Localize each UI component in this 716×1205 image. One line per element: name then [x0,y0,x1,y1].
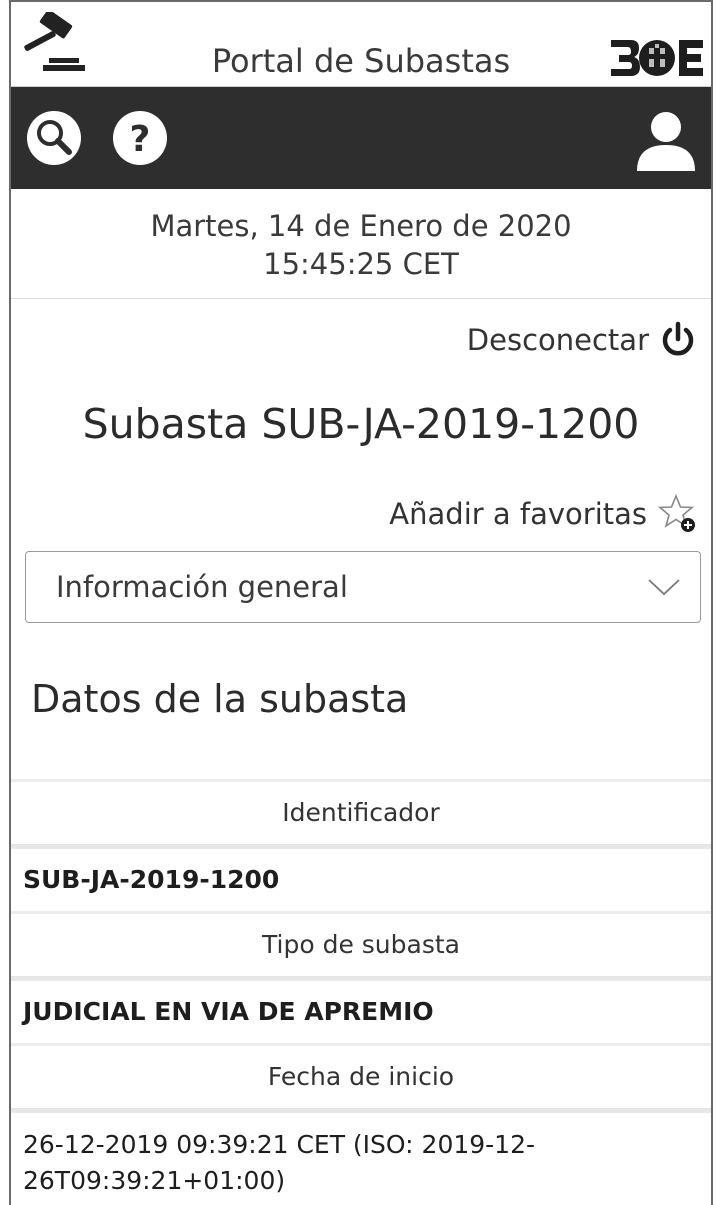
boe-logo[interactable] [609,38,705,78]
field-label-type: Tipo de subasta [11,911,711,977]
app-frame: Portal de Subastas ? Martes, 14 de Enero… [9,0,713,1205]
help-icon[interactable]: ? [111,109,169,167]
field-label-start-date: Fecha de inicio [11,1043,711,1109]
user-icon[interactable] [633,107,699,173]
section-select-value: Información general [56,570,348,604]
star-add-icon[interactable] [657,493,699,535]
search-icon[interactable] [25,109,83,167]
details-list: Identificador SUB-JA-2019-1200 Tipo de s… [11,779,711,1199]
section-heading: Datos de la subasta [31,677,409,721]
power-icon[interactable] [659,321,697,359]
add-favorite-link[interactable]: Añadir a favoritas [389,497,647,531]
section-select[interactable]: Información general [25,551,701,623]
field-value-type: JUDICIAL EN VIA DE APREMIO [11,977,711,1043]
portal-title: Portal de Subastas [211,42,511,80]
field-value-start-date: 26-12-2019 09:39:21 CET (ISO: 2019-12-26… [11,1109,711,1199]
field-value-identifier: SUB-JA-2019-1200 [11,845,711,911]
svg-text:?: ? [130,119,151,160]
auction-title: Subasta SUB-JA-2019-1200 [82,400,640,448]
logout-row: Desconectar [11,299,711,381]
chevron-down-icon [648,579,680,596]
main-toolbar: ? [11,87,711,189]
logout-link[interactable]: Desconectar [467,323,649,357]
current-date: Martes, 14 de Enero de 2020 [150,209,572,243]
app-header: Portal de Subastas [11,2,711,87]
current-time: 15:45:25 CET [263,247,459,281]
field-label-identifier: Identificador [11,779,711,845]
favorites-row: Añadir a favoritas [11,477,711,551]
current-datetime: Martes, 14 de Enero de 2020 15:45:25 CET [11,189,711,299]
